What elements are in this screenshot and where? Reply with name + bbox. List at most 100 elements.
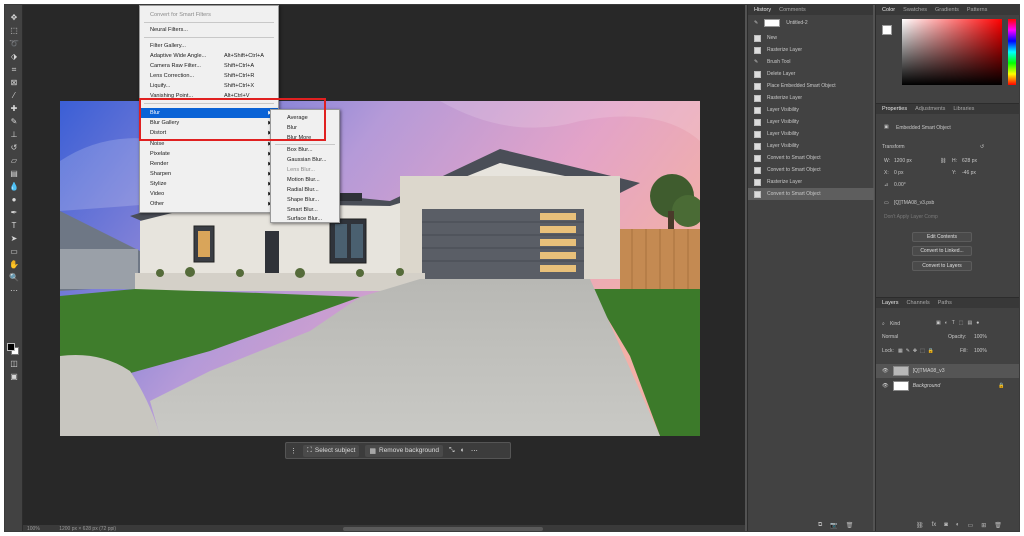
document-canvas[interactable]: ⋮ ⛶ Select subject ▦ Remove background ⤡… xyxy=(23,5,757,531)
history-item[interactable]: New xyxy=(748,32,874,44)
lasso-tool-icon[interactable]: ➰ xyxy=(8,39,20,49)
menu-item-other[interactable]: Other ▶ xyxy=(140,199,278,209)
edit-contents-button[interactable]: Edit Contents xyxy=(912,232,972,242)
convert-to-linked-button[interactable]: Convert to Linked... xyxy=(912,246,972,256)
history-item[interactable]: ✎ Brush Tool xyxy=(748,56,874,68)
horizontal-scrollbar[interactable] xyxy=(343,527,543,531)
layer-filter-icons[interactable]: ▣◐T⬚▤● xyxy=(936,320,983,326)
fill-field[interactable]: 100% xyxy=(974,348,987,354)
group-icon[interactable]: ▭ xyxy=(968,522,974,529)
x-field[interactable]: 0 px xyxy=(894,170,903,176)
adjustment-layer-icon[interactable]: ◐ xyxy=(956,522,960,529)
foreground-color-chip[interactable] xyxy=(882,25,892,35)
tab-adjustments[interactable]: Adjustments xyxy=(915,106,945,112)
menu-item-render[interactable]: Render ▶ xyxy=(140,159,278,169)
tab-swatches[interactable]: Swatches xyxy=(903,7,927,13)
eye-icon[interactable]: 👁 xyxy=(882,383,889,389)
fx-icon[interactable]: fx xyxy=(932,522,937,529)
link-dimensions-icon[interactable]: ⛓ xyxy=(940,158,946,164)
add-mask-icon[interactable]: ◙ xyxy=(944,522,948,529)
tab-history[interactable]: History xyxy=(754,7,771,13)
zoom-tool-icon[interactable]: 🔍 xyxy=(8,273,20,283)
height-field[interactable]: 628 px xyxy=(962,158,977,164)
menu-item-neural-filters[interactable]: Neural Filters... xyxy=(140,25,278,35)
menu-item-video[interactable]: Video ▶ xyxy=(140,189,278,199)
layer-name[interactable]: Background xyxy=(913,383,941,389)
new-layer-icon[interactable]: ⊞ xyxy=(981,522,986,529)
submenu-item-shape-blur[interactable]: Shape Blur... xyxy=(271,195,339,205)
marquee-tool-icon[interactable]: ⬚ xyxy=(8,26,20,36)
new-document-from-state-icon[interactable]: ⧉ xyxy=(818,522,822,529)
quick-mask-icon[interactable]: ◫ xyxy=(8,359,20,369)
history-item[interactable]: Rasterize Layer xyxy=(748,44,874,56)
eraser-tool-icon[interactable]: ▱ xyxy=(8,156,20,166)
submenu-item-gaussian-blur[interactable]: Gaussian Blur... xyxy=(271,155,339,165)
layer-comp-select[interactable]: Don't Apply Layer Comp xyxy=(884,214,938,220)
history-item[interactable]: Layer Visibility xyxy=(748,116,874,128)
y-field[interactable]: -46 px xyxy=(962,170,976,176)
tab-comments[interactable]: Comments xyxy=(779,7,806,13)
kind-filter-select[interactable]: Kind xyxy=(890,321,900,327)
dodge-tool-icon[interactable]: ● xyxy=(8,195,20,205)
select-subject-button[interactable]: ⛶ Select subject xyxy=(303,444,360,457)
tab-libraries[interactable]: Libraries xyxy=(953,106,974,112)
camera-snapshot-icon[interactable]: 📷 xyxy=(830,522,837,529)
rectangle-tool-icon[interactable]: ▭ xyxy=(8,247,20,257)
screen-mode-icon[interactable]: ▣ xyxy=(8,372,20,382)
trash-icon[interactable]: 🗑 xyxy=(846,522,854,529)
menu-item-lens-correction[interactable]: Lens Correction... Shift+Ctrl+R xyxy=(140,71,278,81)
pen-tool-icon[interactable]: ✒ xyxy=(8,208,20,218)
remove-background-button[interactable]: ▦ Remove background xyxy=(365,444,443,457)
eye-icon[interactable]: 👁 xyxy=(882,368,889,374)
submenu-item-motion-blur[interactable]: Motion Blur... xyxy=(271,175,339,185)
history-brush-icon[interactable]: ↺ xyxy=(8,143,20,153)
menu-item-adaptive-wide-angle[interactable]: Adaptive Wide Angle... Alt+Shift+Ctrl+A xyxy=(140,51,278,61)
tab-properties[interactable]: Properties xyxy=(882,106,907,112)
eyedropper-tool-icon[interactable]: ⁄ xyxy=(8,91,20,101)
history-snapshot[interactable]: ✎ Untitled-2 xyxy=(748,17,874,29)
history-item-current[interactable]: Convert to Smart Object xyxy=(748,188,874,200)
opacity-field[interactable]: 100% xyxy=(974,334,987,340)
history-item[interactable]: Delete Layer xyxy=(748,68,874,80)
healing-brush-icon[interactable]: ✚ xyxy=(8,104,20,114)
link-layers-icon[interactable]: ⛓ xyxy=(916,522,924,529)
zoom-level[interactable]: 100% xyxy=(27,526,40,531)
menu-item-pixelate[interactable]: Pixelate ▶ xyxy=(140,149,278,159)
tab-paths[interactable]: Paths xyxy=(938,300,952,306)
menu-item-sharpen[interactable]: Sharpen ▶ xyxy=(140,169,278,179)
grip-handle-icon[interactable]: ⋮ xyxy=(290,447,297,455)
adjustment-icon[interactable]: ◐ xyxy=(461,447,465,454)
frame-tool-icon[interactable]: ⊠ xyxy=(8,78,20,88)
type-tool-icon[interactable]: T xyxy=(8,221,20,231)
history-item[interactable]: Layer Visibility xyxy=(748,140,874,152)
convert-to-layers-button[interactable]: Convert to Layers xyxy=(912,261,972,271)
transform-icon[interactable]: ⤡ xyxy=(449,447,455,455)
document-size[interactable]: 1200 px × 628 px (72 ppi) xyxy=(59,526,116,531)
history-item[interactable]: Place Embedded Smart Object xyxy=(748,80,874,92)
object-select-tool-icon[interactable]: ⬗ xyxy=(8,52,20,62)
history-item[interactable]: Rasterize Layer xyxy=(748,92,874,104)
tab-color[interactable]: Color xyxy=(882,7,895,13)
layer-name[interactable]: [Q]TMA08_v3 xyxy=(913,368,945,374)
path-select-icon[interactable]: ➤ xyxy=(8,234,20,244)
brush-tool-icon[interactable]: ✎ xyxy=(8,117,20,127)
history-item[interactable]: Convert to Smart Object xyxy=(748,152,874,164)
crop-tool-icon[interactable]: ⌗ xyxy=(8,65,20,75)
tab-patterns[interactable]: Patterns xyxy=(967,7,987,13)
menu-item-camera-raw-filter[interactable]: Camera Raw Filter... Shift+Ctrl+A xyxy=(140,61,278,71)
submenu-item-box-blur[interactable]: Box Blur... xyxy=(271,145,339,155)
foreground-color-swatch[interactable] xyxy=(7,343,15,351)
clone-stamp-icon[interactable]: ⊥ xyxy=(8,130,20,140)
reset-transform-icon[interactable]: ↺ xyxy=(980,144,984,150)
history-item[interactable]: Rasterize Layer xyxy=(748,176,874,188)
history-item[interactable]: Convert to Smart Object xyxy=(748,164,874,176)
layer-row-smart-object[interactable]: 👁 [Q]TMA08_v3 xyxy=(876,364,1019,378)
history-item[interactable]: Layer Visibility xyxy=(748,128,874,140)
color-picker-field[interactable] xyxy=(902,19,1002,85)
menu-item-liquify[interactable]: Liquify... Shift+Ctrl+X xyxy=(140,81,278,91)
gradient-tool-icon[interactable]: ▤ xyxy=(8,169,20,179)
menu-item-stylize[interactable]: Stylize ▶ xyxy=(140,179,278,189)
tab-gradients[interactable]: Gradients xyxy=(935,7,959,13)
more-tools-icon[interactable]: ⋯ xyxy=(8,286,20,296)
hue-slider[interactable] xyxy=(1008,19,1016,85)
